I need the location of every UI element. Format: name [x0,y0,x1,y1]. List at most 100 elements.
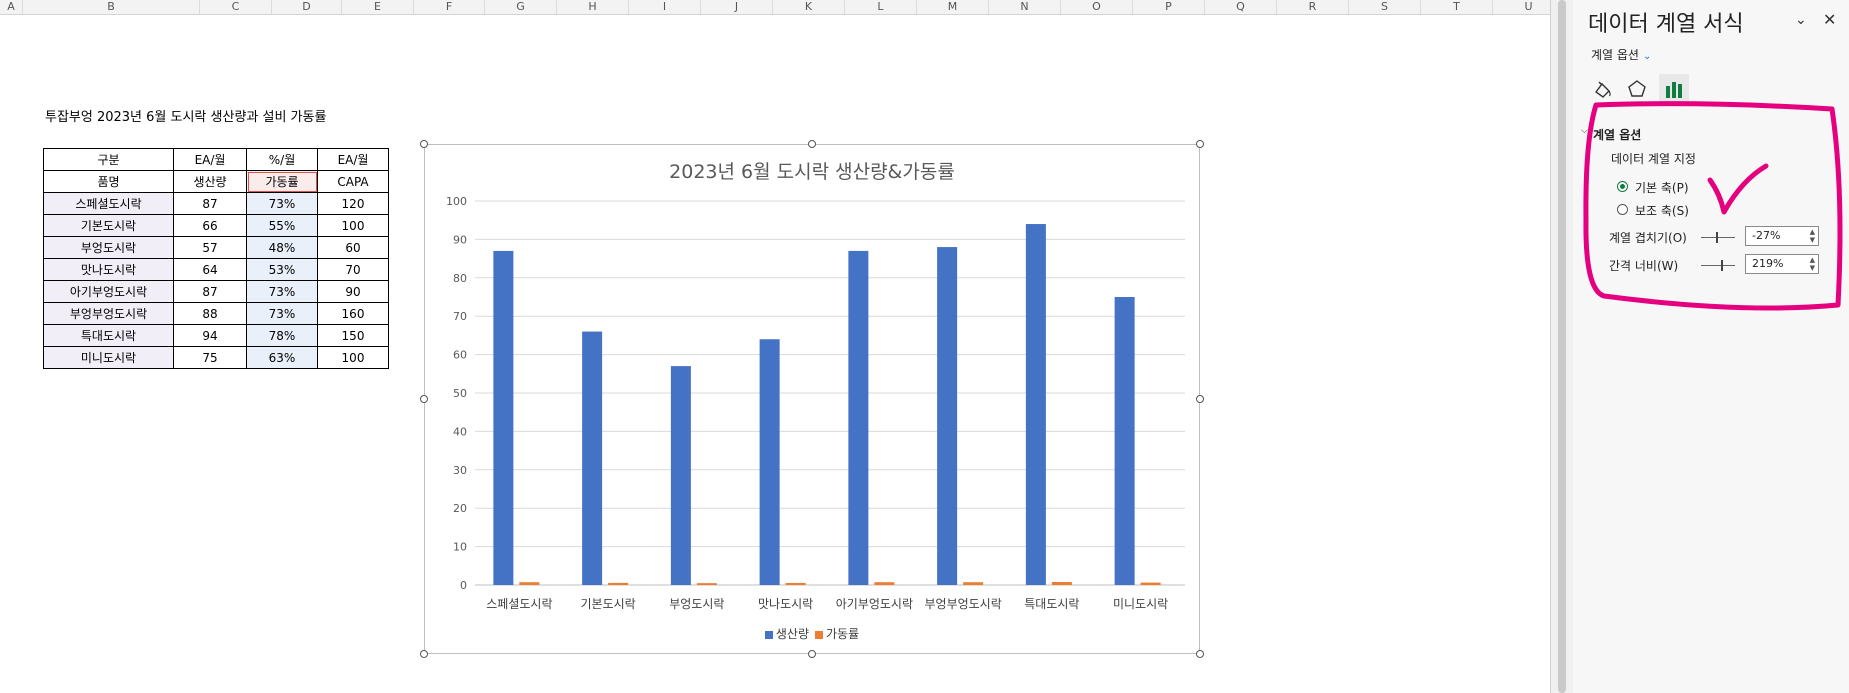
table-cell[interactable]: 부엉부엉도시락 [43,302,174,325]
table-row[interactable]: 맛나도시락 64 53% 70 [43,258,389,281]
table-cell[interactable]: 생산량 [173,170,247,193]
column-header-U[interactable]: U [1493,0,1550,14]
table-cell[interactable]: 스페셜도시락 [43,192,174,215]
x-tick-label[interactable]: 기본도시락 [581,597,636,611]
table-cell[interactable]: EA/월 [173,148,247,171]
table-cell[interactable]: 기본도시락 [43,214,174,237]
table-cell[interactable]: 150 [317,324,389,347]
table-cell[interactable]: 64 [173,258,247,281]
column-header-C[interactable]: C [200,0,272,14]
column-header-B[interactable]: B [23,0,200,14]
y-tick-label[interactable]: 30 [453,464,467,477]
y-tick-label[interactable]: 10 [453,541,467,554]
table-row[interactable]: 미니도시락 75 63% 100 [43,346,389,369]
y-tick-label[interactable]: 50 [453,387,467,400]
table-row[interactable]: 부엉도시락 57 48% 60 [43,236,389,259]
column-header-F[interactable]: F [414,0,485,14]
column-header-M[interactable]: M [917,0,989,14]
x-tick-label[interactable]: 부엉부엉도시락 [924,597,1001,611]
bar-가동률[interactable] [1051,582,1072,585]
table-cell[interactable]: 특대도시락 [43,324,174,347]
table-cell[interactable]: 맛나도시락 [43,258,174,281]
column-header-S[interactable]: S [1349,0,1421,14]
resize-handle[interactable] [1196,650,1204,658]
x-tick-label[interactable]: 미니도시락 [1113,597,1168,611]
bar-가동률[interactable] [874,582,895,585]
table-cell[interactable]: 100 [317,214,389,237]
bar-가동률[interactable] [963,582,984,585]
table-cell[interactable]: 55% [246,214,318,237]
table-cell[interactable]: 부엉도시락 [43,236,174,259]
plot-area[interactable]: 0 10 20 30 40 50 60 70 80 90 100 스페셜도시락 기본도시락 부엉도시락 맛나… [425,145,1199,653]
table-cell[interactable]: 160 [317,302,389,325]
x-tick-label[interactable]: 부엉도시락 [669,597,724,611]
y-tick-label[interactable]: 20 [453,502,467,515]
bar-가동률[interactable] [1140,582,1161,585]
table-row[interactable]: 기본도시락 66 55% 100 [43,214,389,237]
table-cell[interactable]: 73% [246,302,318,325]
table-cell[interactable]: 60 [317,236,389,259]
resize-handle[interactable] [420,395,428,403]
table-cell[interactable]: %/월 [246,148,318,171]
table-row[interactable]: 스페셜도시락 87 73% 120 [43,192,389,215]
y-tick-label[interactable]: 60 [453,349,467,362]
table-cell[interactable]: 100 [317,346,389,369]
bar-생산량[interactable] [759,339,780,585]
column-header-A[interactable]: A [0,0,23,14]
table-cell[interactable]: 66 [173,214,247,237]
bar-생산량[interactable] [848,250,869,586]
y-tick-label[interactable]: 70 [453,310,467,323]
scrollbar-thumb[interactable] [1558,0,1566,693]
column-header-T[interactable]: T [1421,0,1493,14]
resize-handle[interactable] [420,140,428,148]
bar-생산량[interactable] [582,331,603,585]
chevron-down-icon[interactable]: ⌄ [1795,12,1807,28]
table-cell[interactable]: 120 [317,192,389,215]
table-cell[interactable]: CAPA [317,170,389,193]
table-cell[interactable]: 94 [173,324,247,347]
bar-가동률[interactable] [785,582,806,585]
table-cell[interactable]: 미니도시락 [43,346,174,369]
column-header-P[interactable]: P [1133,0,1205,14]
close-icon[interactable]: ✕ [1823,10,1836,29]
table-cell[interactable]: 53% [246,258,318,281]
table-header-row[interactable]: 품명 생산량 가동률 CAPA [43,170,389,193]
column-header-L[interactable]: L [845,0,917,14]
chart-legend[interactable]: 생산량 가동률 [425,625,1199,642]
y-tick-label[interactable]: 90 [453,233,467,246]
legend-item[interactable]: 가동률 [815,625,859,642]
table-cell[interactable]: 아기부엉도시락 [43,280,174,303]
column-header-D[interactable]: D [272,0,342,14]
bar-생산량[interactable] [1025,224,1046,585]
y-tick-label[interactable]: 100 [446,195,467,208]
bar-가동률[interactable] [608,582,629,585]
table-cell[interactable]: 가동률 [246,170,318,193]
data-table[interactable]: 구분 EA/월 %/월 EA/월 품명 생산량 가동률 CAPA 스페셜도시락 87 73% 120 기… [43,148,389,369]
x-tick-label[interactable]: 맛나도시락 [758,597,813,611]
column-header-O[interactable]: O [1061,0,1133,14]
legend-item[interactable]: 생산량 [764,625,809,642]
resize-handle[interactable] [1196,395,1204,403]
table-cell[interactable]: 87 [173,280,247,303]
table-cell[interactable]: 78% [246,324,318,347]
table-cell[interactable]: 73% [246,192,318,215]
table-cell[interactable]: 48% [246,236,318,259]
table-cell[interactable]: 57 [173,236,247,259]
column-header-K[interactable]: K [773,0,845,14]
column-header-E[interactable]: E [342,0,414,14]
y-tick-label[interactable]: 40 [453,425,467,438]
table-cell[interactable]: 73% [246,280,318,303]
resize-handle[interactable] [808,140,816,148]
table-cell[interactable]: 87 [173,192,247,215]
table-cell[interactable]: 품명 [43,170,174,193]
x-tick-label[interactable]: 아기부엉도시락 [836,597,913,611]
column-header-Q[interactable]: Q [1205,0,1277,14]
x-tick-label[interactable]: 스페셜도시락 [486,597,552,611]
column-header-G[interactable]: G [485,0,557,14]
resize-handle[interactable] [1196,140,1204,148]
table-row[interactable]: 아기부엉도시락 87 73% 90 [43,280,389,303]
column-header-N[interactable]: N [989,0,1061,14]
y-tick-label[interactable]: 0 [460,579,467,592]
column-header-I[interactable]: I [629,0,701,14]
chart-area[interactable]: 2023년 6월 도시락 생산량&가동률 0 10 20 30 40 50 60 70 80 90… [424,144,1200,654]
